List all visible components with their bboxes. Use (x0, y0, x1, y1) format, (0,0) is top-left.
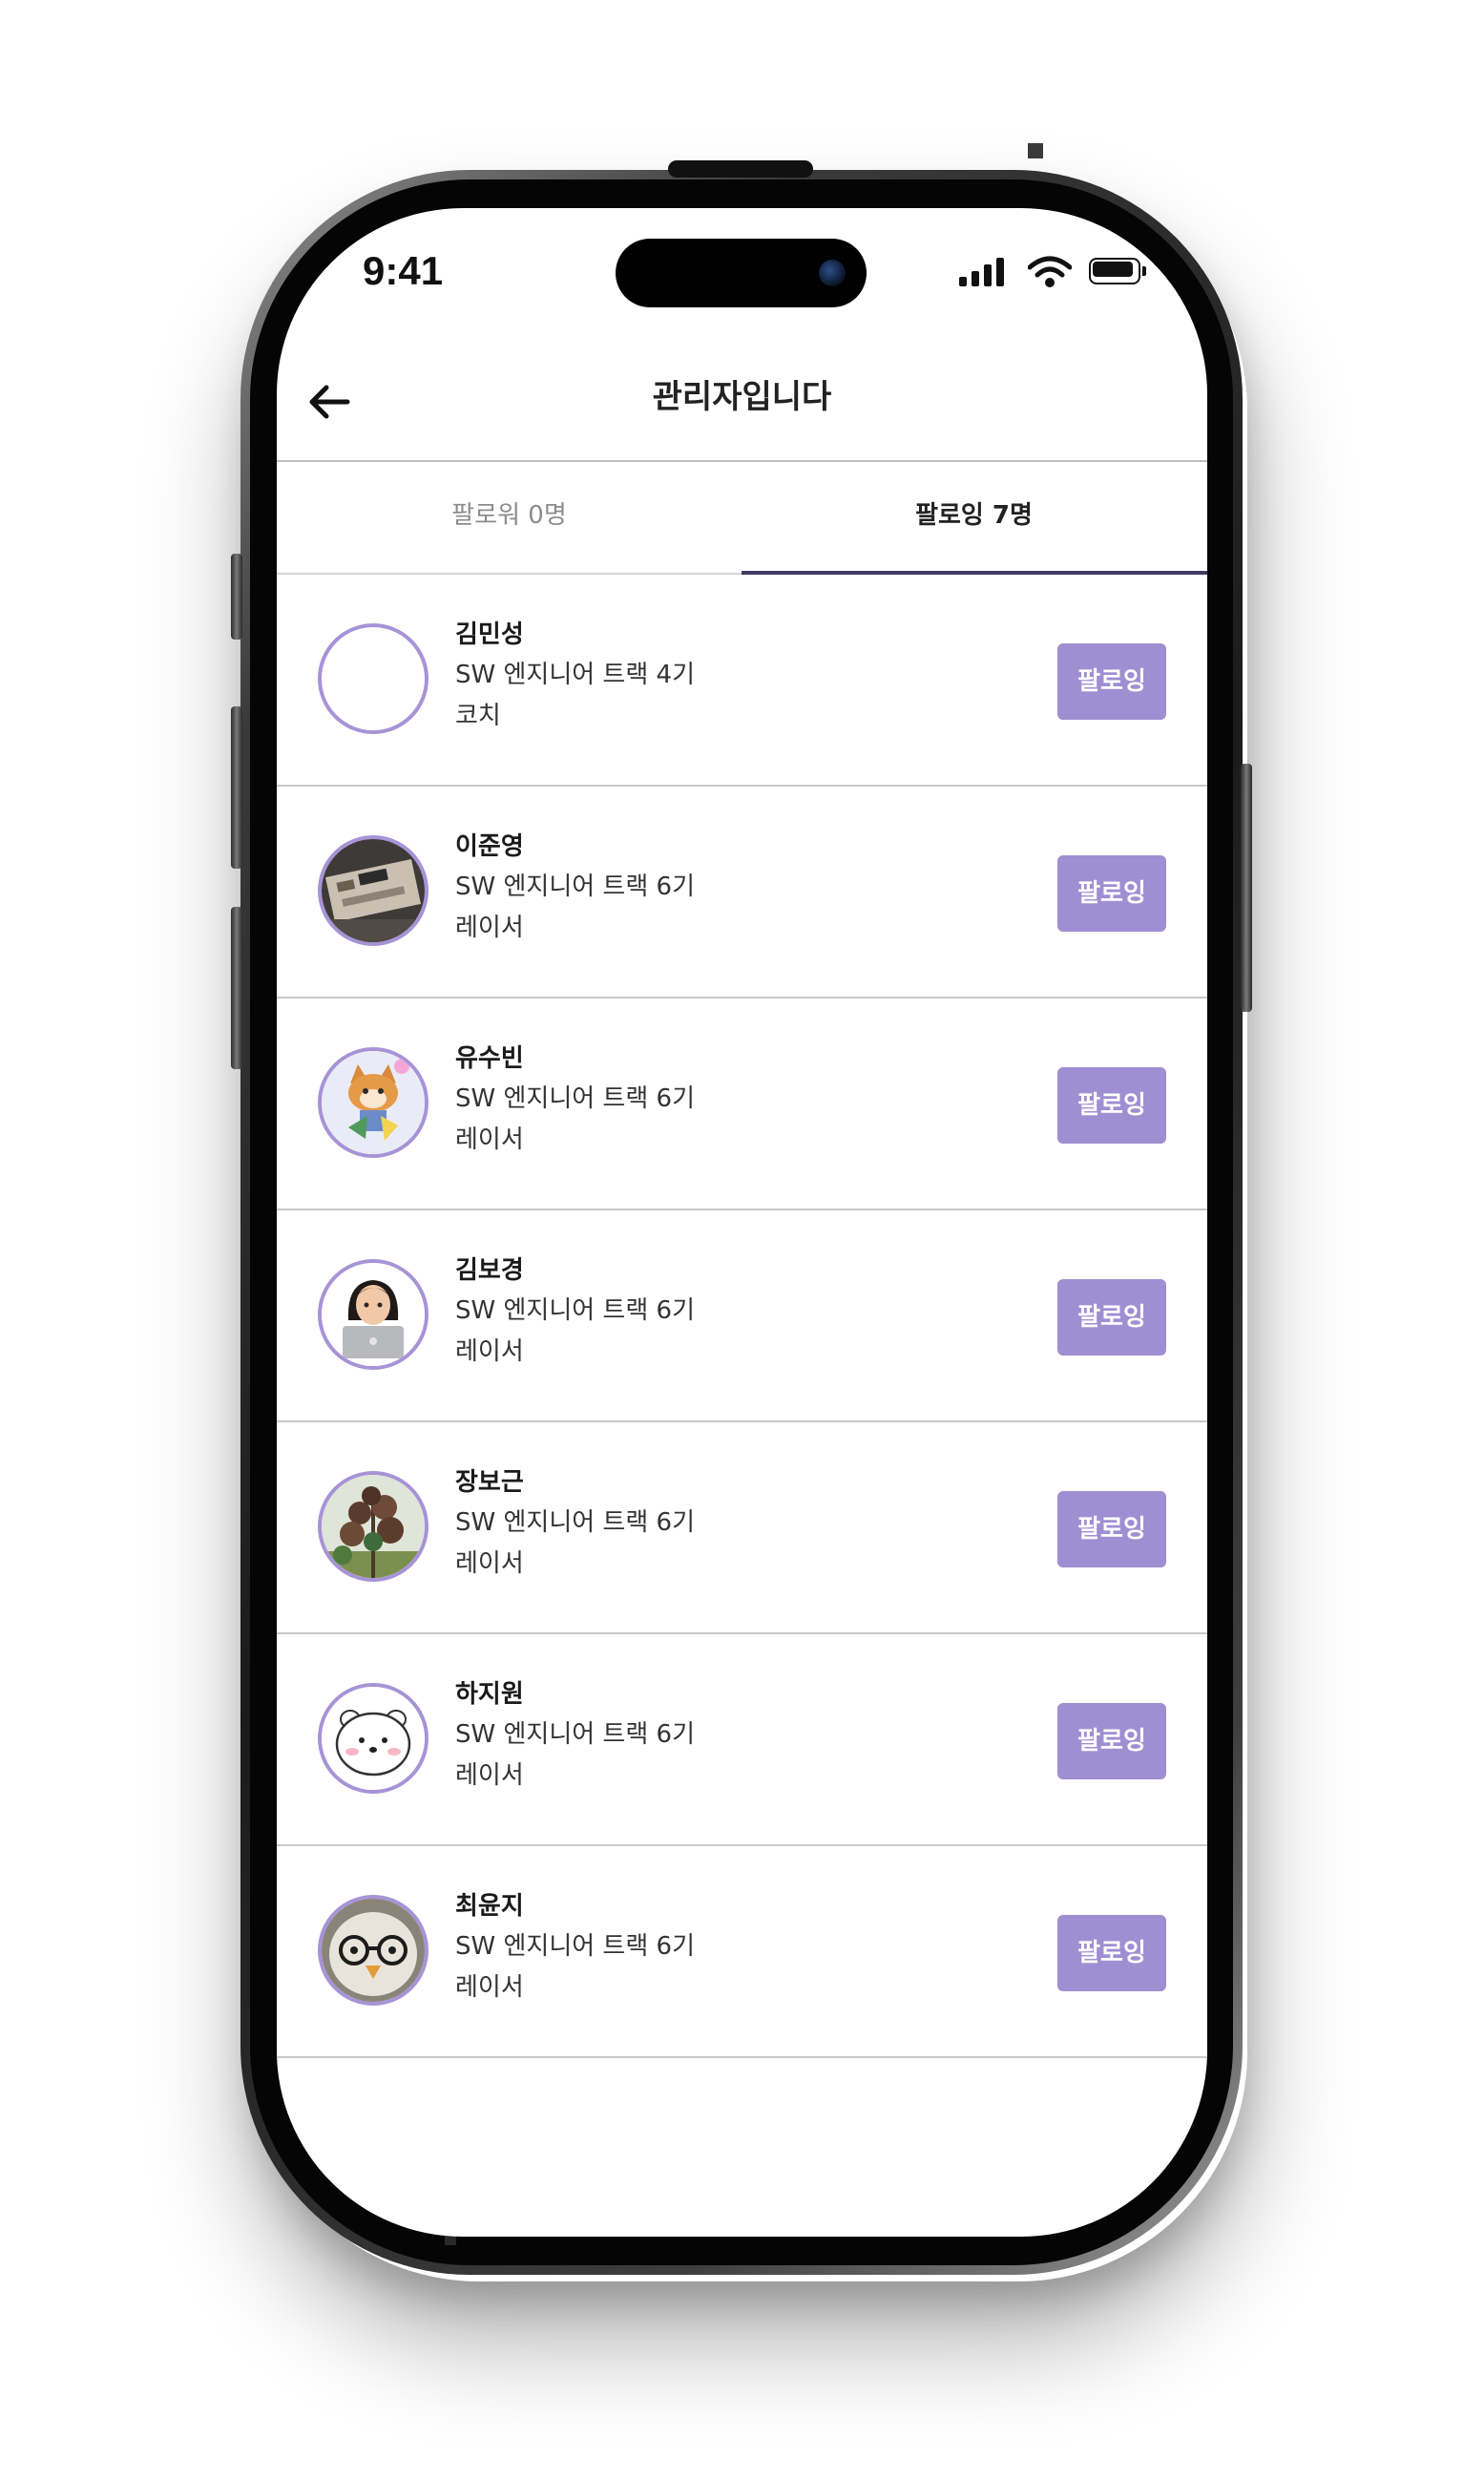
cellular-signal-icon (959, 256, 1007, 288)
keyboard-photo-icon (322, 839, 425, 942)
camera-dot (1028, 143, 1043, 158)
list-item: 최윤지 SW 엔지니어 트랙 6기 레이서 팔로잉 (277, 1846, 1207, 2058)
avatar[interactable] (318, 1471, 428, 1582)
user-role: 레이서 (455, 1761, 524, 1790)
follow-tabs: 팔로워 0명 팔로잉 7명 (277, 462, 1207, 575)
user-info: 장보근 SW 엔지니어 트랙 6기 레이서 (455, 1462, 932, 1585)
avatar[interactable] (318, 1895, 428, 2006)
following-list: 김민성 SW 엔지니어 트랙 4기 코치 팔로잉 이준영 SW 엔지니어 트랙 … (277, 575, 1207, 2058)
page-header: 관리자입니다 (277, 342, 1207, 462)
user-role: 레이서 (455, 1125, 524, 1154)
avatar[interactable] (318, 1259, 428, 1370)
dynamic-island (616, 239, 867, 307)
user-track: SW 엔지니어 트랙 6기 (455, 1508, 695, 1537)
list-item: 김민성 SW 엔지니어 트랙 4기 코치 팔로잉 (277, 575, 1207, 787)
tab-following[interactable]: 팔로잉 7명 (742, 462, 1206, 575)
memoji-laptop-icon (322, 1263, 425, 1366)
silent-switch (231, 554, 242, 640)
user-role: 레이서 (455, 1973, 524, 2002)
status-icons (959, 256, 1150, 290)
list-item: 김보경 SW 엔지니어 트랙 6기 레이서 팔로잉 (277, 1210, 1207, 1422)
avatar[interactable] (318, 1047, 428, 1158)
user-track: SW 엔지니어 트랙 6기 (455, 1932, 695, 1961)
volume-up-button (231, 706, 242, 869)
user-info: 이준영 SW 엔지니어 트랙 6기 레이서 (455, 827, 932, 949)
following-button[interactable]: 팔로잉 (1057, 1703, 1166, 1779)
user-role: 레이서 (455, 914, 524, 942)
tab-followers[interactable]: 팔로워 0명 (277, 462, 742, 575)
volume-down-button (231, 907, 242, 1069)
user-name: 최윤지 (455, 1892, 524, 1921)
user-track: SW 엔지니어 트랙 6기 (455, 1296, 695, 1325)
list-item: 유수빈 SW 엔지니어 트랙 6기 레이서 팔로잉 (277, 999, 1207, 1210)
bird-glasses-icon (322, 1899, 425, 2002)
user-name: 장보근 (455, 1468, 524, 1497)
plant-photo-icon (322, 1475, 425, 1578)
user-role: 코치 (455, 702, 501, 730)
user-info: 유수빈 SW 엔지니어 트랙 6기 레이서 (455, 1039, 932, 1161)
status-time: 9:41 (363, 248, 444, 293)
user-info: 김민성 SW 엔지니어 트랙 4기 코치 (455, 615, 932, 737)
wifi-icon (1028, 256, 1072, 287)
front-camera-icon (819, 260, 846, 286)
list-item: 이준영 SW 엔지니어 트랙 6기 레이서 팔로잉 (277, 787, 1207, 999)
avatar[interactable] (318, 835, 428, 946)
user-track: SW 엔지니어 트랙 4기 (455, 661, 695, 689)
following-button[interactable]: 팔로잉 (1057, 1491, 1166, 1567)
user-role: 레이서 (455, 1549, 524, 1578)
user-name: 김민성 (455, 620, 524, 649)
user-name: 유수빈 (455, 1044, 524, 1073)
user-name: 이준영 (455, 832, 524, 861)
user-info: 하지원 SW 엔지니어 트랙 6기 레이서 (455, 1674, 932, 1797)
phone-screen: 9:41 관리자입니다 팔로워 0명 팔로잉 7명 김민성 SW 엔지니어 트랙… (277, 208, 1207, 2237)
list-item: 하지원 SW 엔지니어 트랙 6기 레이서 팔로잉 (277, 1634, 1207, 1846)
battery-icon (1089, 258, 1146, 286)
user-role: 레이서 (455, 1337, 524, 1366)
list-item: 장보근 SW 엔지니어 트랙 6기 레이서 팔로잉 (277, 1422, 1207, 1634)
user-name: 김보경 (455, 1256, 524, 1285)
following-button[interactable]: 팔로잉 (1057, 1067, 1166, 1144)
top-speaker-bar (668, 160, 813, 178)
avatar[interactable] (318, 1683, 428, 1794)
page-title: 관리자입니다 (652, 378, 832, 416)
user-name: 하지원 (455, 1680, 524, 1709)
user-track: SW 엔지니어 트랙 6기 (455, 1084, 695, 1113)
power-button (1241, 764, 1252, 1012)
user-info: 최윤지 SW 엔지니어 트랙 6기 레이서 (455, 1886, 932, 2008)
cartoon-character-icon (322, 1051, 425, 1154)
following-button[interactable]: 팔로잉 (1057, 855, 1166, 932)
user-info: 김보경 SW 엔지니어 트랙 6기 레이서 (455, 1251, 932, 1373)
status-bar: 9:41 (277, 208, 1207, 342)
avatar[interactable] (318, 623, 428, 734)
user-track: SW 엔지니어 트랙 6기 (455, 873, 695, 901)
white-bear-icon (322, 1687, 425, 1790)
user-track: SW 엔지니어 트랙 6기 (455, 1720, 695, 1749)
following-button[interactable]: 팔로잉 (1057, 1279, 1166, 1356)
following-button[interactable]: 팔로잉 (1057, 1915, 1166, 1991)
following-button[interactable]: 팔로잉 (1057, 643, 1166, 720)
